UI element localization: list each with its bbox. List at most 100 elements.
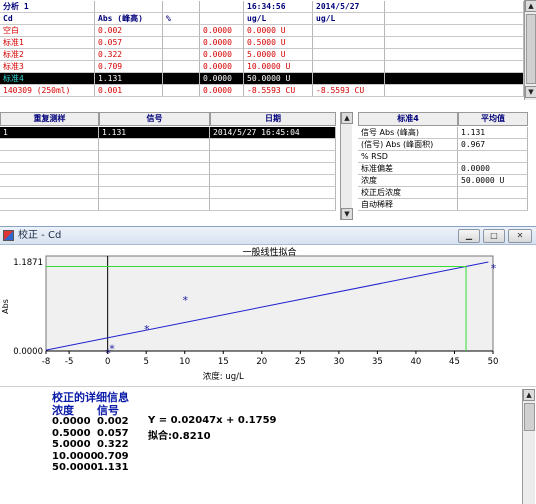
table-cell	[313, 25, 385, 37]
details-panel: 校正的详细信息 浓度 信号 0.0000 0.002 0.5000 0.057 5.00…	[0, 386, 536, 504]
scroll-up-icon[interactable]: ▲	[523, 389, 535, 401]
table-cell	[385, 61, 524, 73]
scroll-up-icon[interactable]: ▲	[525, 0, 536, 12]
signal-col-header[interactable]: 信号	[99, 112, 210, 126]
table-cell: 0.5000 U	[244, 37, 313, 49]
calibration-window-titlebar[interactable]: 校正 - Cd	[0, 226, 536, 245]
stats-label: 自动稀释	[358, 199, 458, 211]
x-tick-label: 30	[333, 357, 344, 367]
date-col-header[interactable]: 日期	[210, 112, 336, 126]
table-cell	[313, 37, 385, 49]
x-tick-label: 25	[295, 357, 306, 367]
minimize-icon: ▁	[465, 231, 473, 240]
table-cell	[385, 25, 524, 37]
table-cell: %	[163, 13, 200, 25]
data-point[interactable]: *	[182, 294, 188, 307]
x-tick-label: 10	[179, 357, 190, 367]
stats-label: 校正后浓度	[358, 187, 458, 199]
stats-row: 标准偏差 0.0000	[358, 163, 528, 175]
table-cell: 140309 (250ml)	[0, 85, 95, 97]
table-cell: 空白	[0, 25, 95, 37]
table-row[interactable]	[0, 163, 336, 175]
stats-value: 0.967	[458, 139, 528, 151]
table-cell	[99, 151, 210, 163]
table-cell: -8.5593 CU	[313, 85, 385, 97]
table-cell: 0.001	[95, 85, 163, 97]
data-point[interactable]: *	[109, 343, 115, 356]
table-cell: 50.0000 U	[244, 73, 313, 85]
table-cell: 0.0000	[200, 37, 244, 49]
details-conc: 0.5000	[52, 427, 91, 439]
scroll-up-icon[interactable]: ▲	[341, 112, 353, 124]
minimize-button[interactable]: ▁	[458, 229, 480, 243]
table-row[interactable]	[0, 139, 336, 151]
scroll-down-icon[interactable]: ▼	[341, 208, 353, 220]
table-cell: 0.0000	[200, 49, 244, 61]
replicate-scrollbar[interactable]: ▲ ▼	[340, 112, 353, 220]
table-cell: Cd	[0, 13, 95, 25]
table-row[interactable]	[0, 187, 336, 199]
table-row[interactable]	[0, 199, 336, 211]
data-point[interactable]: *	[144, 323, 150, 336]
table-row[interactable]: 标准2 0.322 0.0000 5.0000 U	[0, 49, 524, 61]
stats-row: 信号 Abs (峰高) 1.131	[358, 127, 528, 139]
data-point[interactable]: *	[491, 262, 497, 275]
table-cell	[313, 61, 385, 73]
table-row[interactable]	[0, 175, 336, 187]
results-grid-scrollbar[interactable]: ▲ ▼	[524, 0, 536, 100]
table-cell: 0.0000	[200, 61, 244, 73]
stats-standard-header: 标准4	[358, 112, 458, 126]
stats-label: 标准偏差	[358, 163, 458, 175]
table-cell	[210, 139, 336, 151]
stats-value	[458, 187, 528, 199]
table-row[interactable]: 140309 (250ml) 0.001 0.0000 -8.5593 CU -8.55…	[0, 85, 524, 97]
details-signal: 0.057	[97, 427, 129, 439]
details-signal: 0.002	[97, 416, 129, 427]
scroll-thumb[interactable]	[526, 14, 536, 84]
table-cell	[210, 151, 336, 163]
table-cell: 0.0000 U	[244, 25, 313, 37]
table-cell	[163, 61, 200, 73]
table-row[interactable]: 1 1.131 2014/5/27 16:45:04	[0, 127, 336, 139]
stats-value: 1.131	[458, 127, 528, 139]
x-tick-label: 15	[218, 357, 229, 367]
scroll-down-icon[interactable]: ▼	[525, 86, 536, 98]
table-cell	[0, 175, 99, 187]
results-grid: 分析 1 16:34:56 2014/5/27 Cd Abs (峰高)% ug/L ug/L…	[0, 0, 536, 100]
stats-value: 50.0000 U	[458, 175, 528, 187]
table-row[interactable]: 空白 0.002 0.0000 0.0000 U	[0, 25, 524, 37]
details-conc: 50.0000	[52, 462, 98, 473]
table-cell: 1.131	[99, 127, 210, 139]
calibration-window-icon	[3, 230, 14, 241]
fit-equation: Y = 0.02047x + 0.1759	[148, 415, 277, 426]
stats-row: 浓度 50.0000 U	[358, 175, 528, 187]
x-tick-label: -8	[42, 357, 50, 367]
table-row[interactable]: 标准4 1.131 0.0000 50.0000 U	[0, 73, 524, 85]
table-cell	[210, 199, 336, 211]
table-cell	[163, 25, 200, 37]
table-cell	[99, 163, 210, 175]
scroll-thumb[interactable]	[524, 403, 535, 431]
table-cell: 2014/5/27 16:45:04	[210, 127, 336, 139]
x-tick-label: 5	[143, 357, 148, 367]
table-cell	[0, 199, 99, 211]
table-cell: 0.002	[95, 25, 163, 37]
chart-title: 一般线性拟合	[242, 246, 296, 258]
table-cell: 0.322	[95, 49, 163, 61]
replicate-col-header[interactable]: 重复测样	[0, 112, 99, 126]
table-cell	[385, 37, 524, 49]
table-row[interactable]: 标准1 0.057 0.0000 0.5000 U	[0, 37, 524, 49]
details-scrollbar[interactable]: ▲	[522, 389, 535, 504]
table-cell	[99, 199, 210, 211]
table-header-row: 分析 1 16:34:56 2014/5/27	[0, 1, 524, 13]
table-cell: 标准3	[0, 61, 95, 73]
table-cell: 0.0000	[200, 85, 244, 97]
details-conc: 5.0000	[52, 439, 91, 450]
x-axis-label: 浓度: ug/L	[203, 371, 244, 382]
x-tick-label: 50	[488, 357, 499, 367]
maximize-button[interactable]: □	[483, 229, 505, 243]
table-row[interactable]: 标准3 0.709 0.0000 10.0000 U	[0, 61, 524, 73]
table-row[interactable]	[0, 151, 336, 163]
table-cell: ug/L	[313, 13, 385, 25]
close-button[interactable]: ✕	[508, 229, 532, 243]
